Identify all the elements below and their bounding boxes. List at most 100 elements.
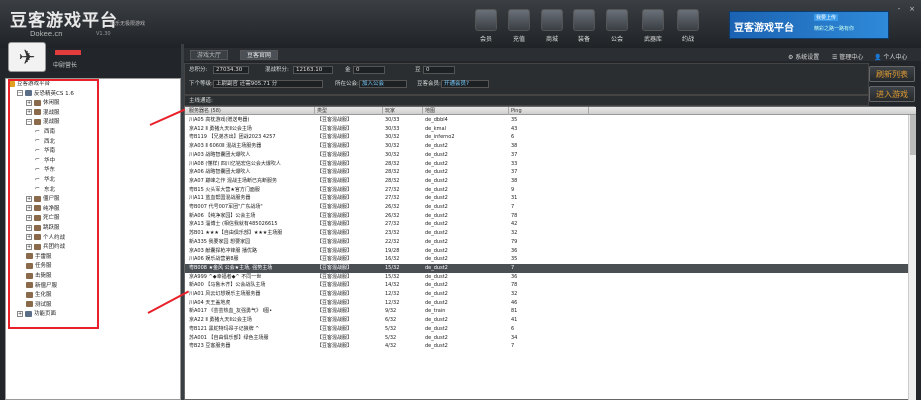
table-row[interactable]: 川A03 战略智囊团大爆吹人 【豆客混战服】 30/32 de_dust2 37 <box>185 151 916 160</box>
settings-link[interactable]: ⚙ 系统设置 <box>788 52 819 61</box>
personal-link[interactable]: 👤 个人中心 <box>874 52 907 61</box>
join-guild-link[interactable]: 加入公会 <box>359 80 407 88</box>
topnav-recharge[interactable]: 充值 <box>503 9 535 47</box>
table-cell: 【豆客混战服】 <box>317 325 353 332</box>
table-row[interactable]: 京A13 淄博士 (相信我就有485026615 【豆客混战服】 27/32 de_d… <box>185 220 916 229</box>
topnav-label: 商城 <box>545 36 558 43</box>
bean-value: 0 <box>423 66 455 74</box>
personal-label: 个人中心 <box>883 54 908 61</box>
table-cell: 6 <box>511 134 515 141</box>
table-row[interactable]: 京A03 献囊捍枪冲锋服 播优路 【豆客混战服】 19/28 de_dust2 36 <box>185 247 916 256</box>
table-row[interactable]: 粤B15 火头军大营★官方门面服 【豆客混战服】 27/32 de_dust2 9 <box>185 186 916 195</box>
table-row[interactable]: 川A08 (懂样) 四川亿铭宏信公会大爆吹人 【豆客混战服】 28/32 de_dus… <box>185 160 916 169</box>
table-row[interactable]: 粤B119 【兄弟杰出】团战2023 4257 【豆客混战服】 30/32 de_in… <box>185 133 916 142</box>
table-row[interactable]: 川A05 高枕游戏(赠送电器) 【豆客混战服】 30/33 de_dbbl4 35 <box>185 116 916 125</box>
table-cell: 78 <box>511 282 518 289</box>
table-cell: 【豆客混战服】 <box>317 151 353 158</box>
server-list-scrollbar[interactable] <box>908 115 916 400</box>
table-row[interactable]: 粤B121 黑蛇特玛昂子记狼牌 ^ 【豆客混战服】 5/32 de_dust2 6 <box>185 325 916 334</box>
column-header[interactable]: Ping <box>509 107 589 115</box>
table-row[interactable]: 京A06 战略智囊团大爆吹人 【豆客混战服】 28/32 de_dust2 37 <box>185 168 916 177</box>
table-cell: 粤B007 代号007军团"广东战场" <box>189 204 263 210</box>
table-cell: de_dust2 <box>425 221 448 228</box>
table-cell: 31 <box>511 195 518 202</box>
table-row[interactable]: 苏A001 【自由俱乐部】绿色主场服 【豆客混战服】 5/32 de_dust2 34 <box>185 334 916 343</box>
topnav-armory[interactable]: 武器库 <box>637 9 669 47</box>
game-tree-panel: 豆客游戏平台 − 反恐精英CS 1.6 + 休闲服 + 混战服 − 混战服 ⌐ 西南 ⌐ 西北 ⌐ 华南 ⌐ 华… <box>5 78 181 400</box>
app-logo: 豆客游戏平台 快乐无极限游戏 Dokee.cn V1.30 <box>10 6 145 44</box>
topnav-guild[interactable]: 公会 <box>601 9 633 47</box>
minimize-button[interactable]: - <box>893 4 905 14</box>
table-cell: 30/33 <box>385 125 400 132</box>
guild-icon <box>606 9 628 31</box>
title-bar: 豆客游戏平台 快乐无极限游戏 Dokee.cn V1.30 会员 充值 商城 装备 公会… <box>0 0 921 48</box>
table-cell: de_dust2 <box>425 238 448 245</box>
table-row[interactable]: 新A06 【纯净家园】公会主场 【豆客混战服】 26/32 de_dust2 78 <box>185 212 916 221</box>
table-cell: 新A017 《芸芸热血_友强勇气》 I图• <box>189 308 273 315</box>
topnav-label: 装备 <box>577 36 590 43</box>
table-cell: 京A12 Ⅱ 勇猪九天Ⅱ公会主场 <box>189 125 252 132</box>
table-row[interactable]: 川A06 娱乐战营第8服 【豆客混战服】 16/32 de_dust2 35 <box>185 255 916 264</box>
recharge-icon <box>508 9 530 31</box>
banner-upload[interactable]: 我要上传 <box>814 14 839 21</box>
table-cell: 34 <box>511 334 518 341</box>
table-cell: 42 <box>511 221 518 228</box>
table-cell: 9 <box>511 186 515 193</box>
join-game-button[interactable]: 进入游戏 <box>869 86 915 102</box>
table-row[interactable]: 京A22 Ⅱ 勇猪九天Ⅱ公会主场 【豆客混战服】 6/32 de_dust2 41 <box>185 316 916 325</box>
topnav-label: 武器库 <box>643 36 662 43</box>
table-row[interactable]: 苏B01 ★★★【自由俱乐部】★★★主场服 【豆客混战服】 23/32 de_dust… <box>185 229 916 238</box>
vip-link[interactable]: 开通会员? <box>441 80 489 88</box>
table-cell: 33 <box>511 160 518 167</box>
table-row[interactable]: 新A00 【马鲁木齐】公会战队主场 【豆客混战服】 14/32 de_dust2 78 <box>185 281 916 290</box>
table-cell: 36 <box>511 247 518 254</box>
table-cell: 川A03 战略智囊团大爆吹人 <box>189 151 251 158</box>
manager-link[interactable]: ☰ 管理中心 <box>832 52 863 61</box>
table-cell: 30/32 <box>385 143 400 150</box>
table-row[interactable]: 新A335 我要家园 想要家园 【豆客混战服】 22/32 de_dust2 79 <box>185 238 916 247</box>
table-row[interactable]: 京A12 Ⅱ 勇猪九天Ⅱ公会主场 【豆客混战服】 30/33 de_kmal 43 <box>185 125 916 134</box>
column-header[interactable]: 类型 <box>315 107 383 115</box>
table-row[interactable]: 川A04 天王盖地虎 【豆客混战服】 12/32 de_dust2 46 <box>185 299 916 308</box>
column-header[interactable]: 地图 <box>423 107 509 115</box>
table-row[interactable]: 京A07 巅峰之作 混战主场断已充断服务 【豆客混战服】 28/32 de_dust2… <box>185 177 916 186</box>
table-cell: 京A22 Ⅱ 勇猪九天Ⅱ公会主场 <box>189 317 252 324</box>
topnav-challenge[interactable]: 约战 <box>672 9 704 47</box>
table-cell: 4/32 <box>385 343 397 350</box>
main-channel: 主线通道: <box>184 95 869 106</box>
table-row[interactable]: 粤B008 ★金风 公会★主场, 强势主场 【豆客混战服】 15/32 de_dust… <box>185 263 916 273</box>
table-cell: 9/32 <box>385 308 397 315</box>
ad-banner[interactable]: 豆客游戏平台 我要上传 精彩之路一路有你 <box>729 11 889 39</box>
table-row[interactable]: 京A03 Ⅱ 6060Ⅱ 混战主场服务器 【豆客混战服】 30/32 de_dust2… <box>185 142 916 151</box>
topnav-equipment[interactable]: 装备 <box>568 9 600 47</box>
table-row[interactable]: 新A017 《芸芸热血_友强勇气》 I图• 【豆客混战服】 9/32 de_train… <box>185 307 916 316</box>
refresh-list-button[interactable]: 刷新列表 <box>869 66 915 82</box>
topnav-label: 充值 <box>512 36 525 43</box>
column-header[interactable]: 服务器名 (58) <box>187 107 315 115</box>
table-cell: 15/32 <box>385 264 400 271</box>
table-row[interactable]: 粤B23 豆客服务器 【豆客混战服】 4/32 de_dust2 7 <box>185 342 916 351</box>
logo-tagline: 快乐无极限游戏 <box>110 21 146 27</box>
table-cell: 27/32 <box>385 195 400 202</box>
topnav-mall[interactable]: 商城 <box>536 9 568 47</box>
topnav-label: 公会 <box>610 36 623 43</box>
table-row[interactable]: 川A11 蓝血帮国混战服务器 【豆客混战服】 27/32 de_dust2 31 <box>185 194 916 203</box>
user-level: 中尉营长 <box>53 62 78 69</box>
mall-icon <box>541 9 563 31</box>
logo-text: 豆客游戏平台 <box>10 11 118 31</box>
topnav-vip[interactable]: 会员 <box>470 9 502 47</box>
column-header[interactable]: 玩家 <box>383 107 423 115</box>
table-cell: 81 <box>511 308 518 315</box>
table-cell: 川A04 天王盖地虎 <box>189 299 231 306</box>
scrollbar-thumb[interactable] <box>910 115 916 155</box>
avatar[interactable]: ✈ <box>8 42 46 72</box>
table-cell: 79 <box>511 238 518 245</box>
table-row[interactable]: 粤B007 代号007军团"广东战场" 【豆客混战服】 26/32 de_dust2 7 <box>185 203 916 212</box>
table-row[interactable]: 川A01 风云幻想娱乐主场服务器 【豆客混战服】 12/32 de_dust2 32 <box>185 290 916 299</box>
table-cell: 新A06 【纯净家园】公会主场 <box>189 212 256 219</box>
table-row[interactable]: 京A999 ^◆幸福者◆^ 不同一世 【豆客混战服】 15/32 de_dust2 36 <box>185 273 916 282</box>
tab-game-lobby[interactable]: 游戏大厅 <box>190 50 229 60</box>
close-button[interactable]: × <box>906 4 918 14</box>
table-cell: 6 <box>511 325 515 332</box>
tab-dokee-site[interactable]: 豆客官网 <box>240 50 279 60</box>
